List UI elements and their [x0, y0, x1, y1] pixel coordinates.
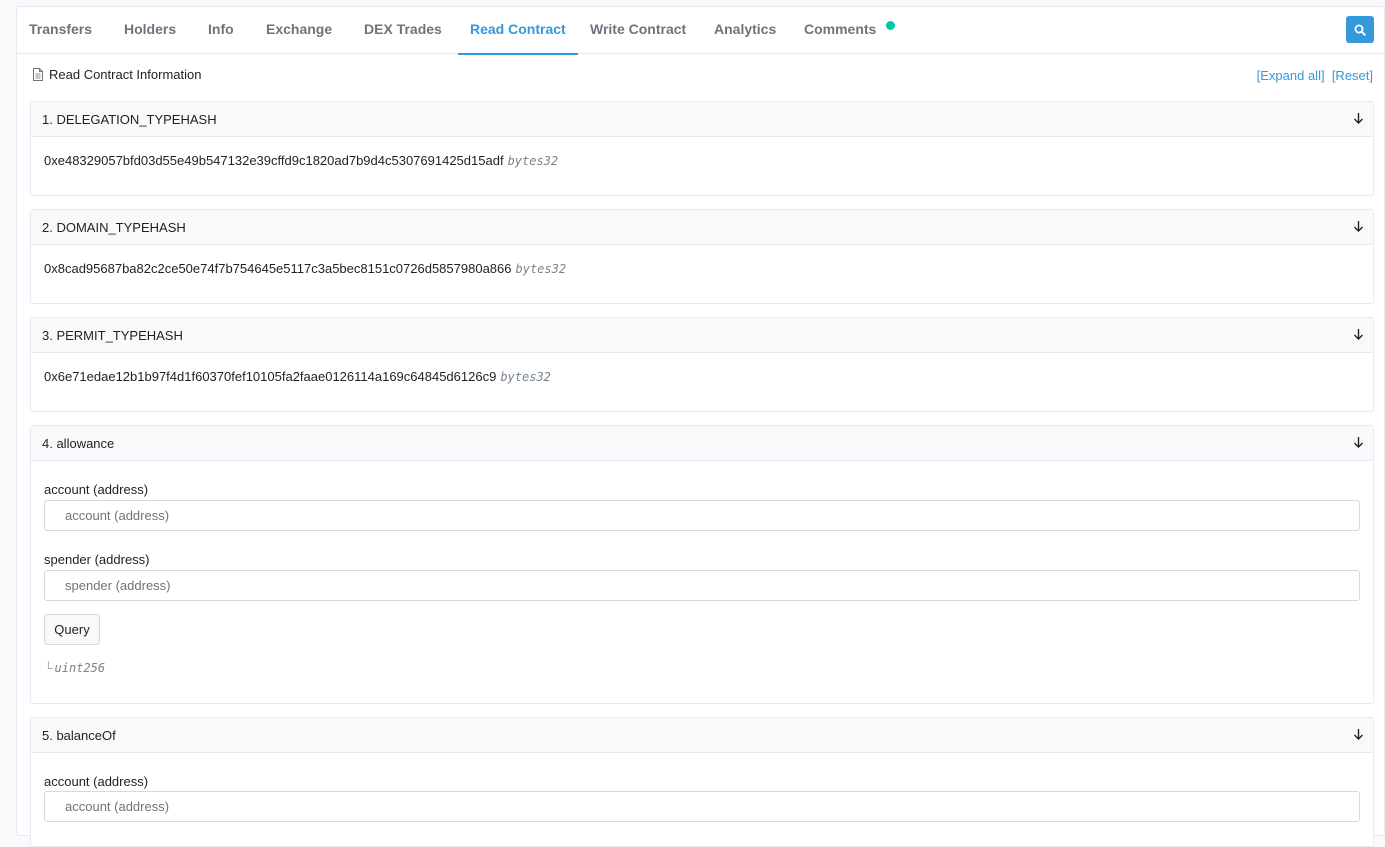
function-title: 5. balanceOf — [42, 728, 116, 743]
input-label: account (address) — [44, 482, 149, 497]
result-type: bytes32 — [515, 262, 567, 276]
return-type: └ uint256 — [44, 661, 105, 675]
query-button[interactable]: Query — [44, 614, 100, 645]
function-panel: 2. DOMAIN_TYPEHASH 0x8cad95687ba82c2ce50… — [30, 209, 1374, 304]
tab-holders[interactable]: Holders — [112, 7, 188, 54]
arrow-down-icon — [1354, 329, 1363, 340]
tab-dex-trades[interactable]: DEX Trades — [352, 7, 454, 54]
function-title: 2. DOMAIN_TYPEHASH — [42, 220, 186, 235]
tab-analytics[interactable]: Analytics — [702, 7, 788, 54]
account-address-input[interactable] — [44, 791, 1360, 822]
search-button[interactable] — [1346, 16, 1374, 43]
function-panel: 4. allowance account (address) spender (… — [30, 425, 1374, 704]
spender-address-input[interactable] — [44, 570, 1360, 601]
result-value: 0x8cad95687ba82c2ce50e74f7b754645e5117c3… — [44, 261, 512, 276]
function-result: 0xe48329057bfd03d55e49b547132e39cffd9c18… — [44, 153, 558, 168]
read-contract-header: Read Contract Information [Expand all] [… — [17, 65, 1384, 89]
result-type: bytes32 — [507, 154, 559, 168]
function-header[interactable]: 1. DELEGATION_TYPEHASH — [31, 102, 1373, 137]
function-title: 4. allowance — [42, 436, 115, 451]
function-header[interactable]: 5. balanceOf — [31, 718, 1373, 753]
tab-comments[interactable]: Comments — [792, 7, 888, 54]
search-icon — [1354, 24, 1366, 36]
arrow-down-icon — [1354, 437, 1363, 448]
new-comment-dot — [886, 21, 895, 30]
function-header[interactable]: 3. PERMIT_TYPEHASH — [31, 318, 1373, 353]
page-title: Read Contract Information — [49, 67, 202, 82]
return-type-label: uint256 — [54, 661, 106, 675]
tab-bar: Transfers Holders Info Exchange DEX Trad… — [17, 7, 1384, 55]
function-result: 0x8cad95687ba82c2ce50e74f7b754645e5117c3… — [44, 261, 566, 276]
reset-link[interactable]: [Reset] — [1332, 68, 1373, 83]
arrow-down-icon — [1354, 729, 1363, 740]
contract-card: Transfers Holders Info Exchange DEX Trad… — [16, 6, 1385, 847]
result-type: bytes32 — [500, 370, 551, 384]
input-label: spender (address) — [44, 552, 150, 567]
function-panel: 1. DELEGATION_TYPEHASH 0xe48329057bfd03d… — [30, 101, 1374, 196]
input-label: account (address) — [44, 774, 149, 789]
tab-exchange[interactable]: Exchange — [254, 7, 344, 54]
tab-info[interactable]: Info — [196, 7, 246, 54]
account-address-input[interactable] — [44, 500, 1360, 531]
tab-transfers[interactable]: Transfers — [17, 7, 104, 54]
return-prefix: └ — [44, 661, 53, 675]
tab-write-contract[interactable]: Write Contract — [578, 7, 698, 54]
function-header[interactable]: 4. allowance — [31, 426, 1373, 461]
function-title: 1. DELEGATION_TYPEHASH — [42, 112, 217, 127]
arrow-down-icon — [1354, 113, 1363, 124]
document-icon — [33, 68, 43, 81]
expand-all-link[interactable]: [Expand all] — [1257, 68, 1325, 83]
result-value: 0xe48329057bfd03d55e49b547132e39cffd9c18… — [44, 153, 504, 168]
result-value: 0x6e71edae12b1b97f4d1f60370fef10105fa2fa… — [44, 369, 497, 384]
function-result: 0x6e71edae12b1b97f4d1f60370fef10105fa2fa… — [44, 369, 551, 384]
function-header[interactable]: 2. DOMAIN_TYPEHASH — [31, 210, 1373, 245]
function-panel: 3. PERMIT_TYPEHASH 0x6e71edae12b1b97f4d1… — [30, 317, 1374, 412]
tab-read-contract[interactable]: Read Contract — [458, 7, 578, 55]
arrow-down-icon — [1354, 221, 1363, 232]
header-links: [Expand all] [Reset] — [1257, 68, 1373, 83]
function-title: 3. PERMIT_TYPEHASH — [42, 328, 183, 343]
